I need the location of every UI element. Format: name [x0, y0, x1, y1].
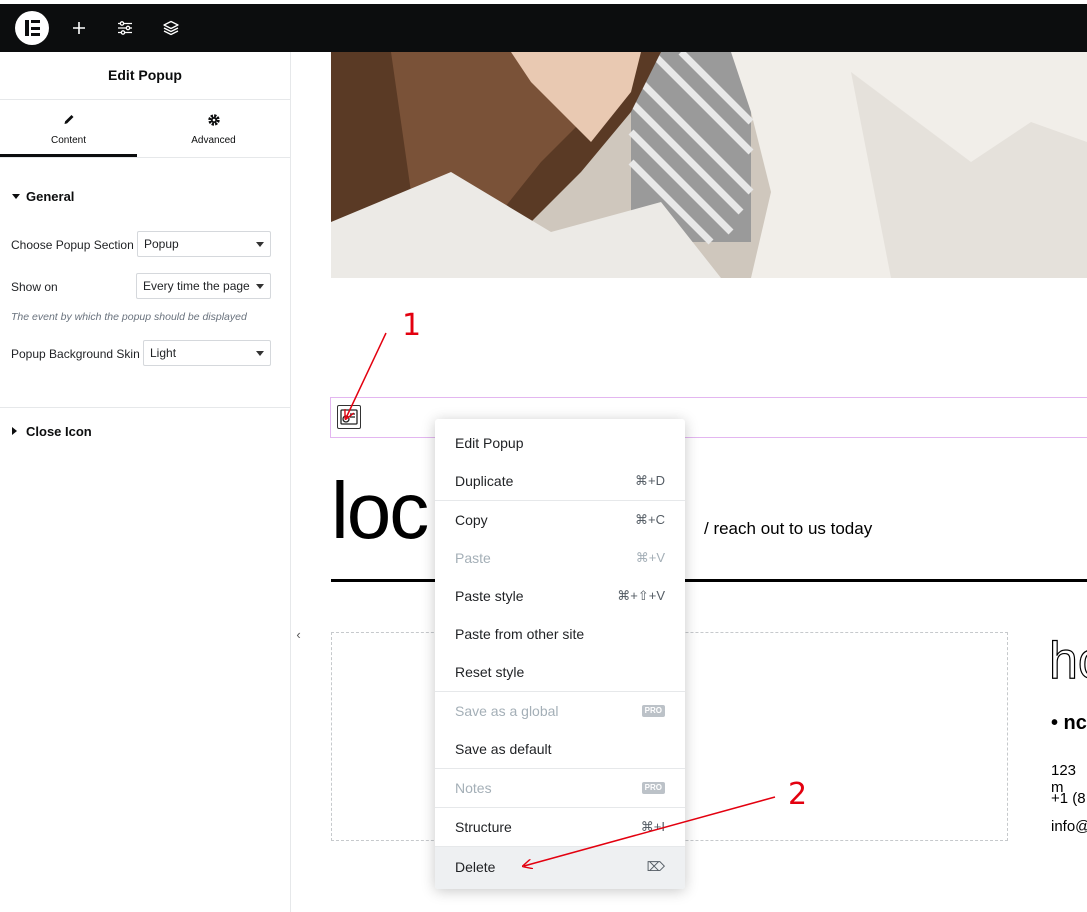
annotation-number-2: 2 [788, 777, 808, 812]
section-divider [0, 407, 291, 408]
sliders-icon[interactable] [113, 16, 137, 40]
menu-item-label: Edit Popup [455, 435, 524, 451]
menu-item-shortcut: ⌘+D [635, 473, 665, 488]
menu-item-shortcut: ⌘+V [635, 550, 665, 565]
delete-key-icon: ⌦ [646, 859, 665, 874]
menu-item-shortcut: ⌘+C [635, 512, 665, 527]
menu-item-label: Paste style [455, 588, 524, 604]
layers-icon[interactable] [159, 16, 183, 40]
caret-right-icon [12, 427, 17, 435]
popup-background-skin-select[interactable]: Light [143, 340, 271, 366]
panel-tabs: Content Advanced [0, 100, 290, 158]
caret-down-icon [12, 194, 20, 199]
chevron-down-icon [256, 351, 264, 356]
gear-icon [207, 113, 221, 130]
popup-widget-icon[interactable] [337, 405, 361, 429]
menu-item-save-as-global: Save as a global PRO [435, 692, 685, 730]
elementor-editor: Edit Popup Content Advanced General Choo… [0, 0, 1087, 912]
tab-content-label: Content [50, 135, 87, 146]
menu-item-paste: Paste ⌘+V [435, 539, 685, 577]
choose-popup-section-label: Choose Popup Section [11, 238, 134, 252]
outline-heading-text: ho [1048, 631, 1087, 690]
context-menu: Edit Popup Duplicate ⌘+D Copy ⌘+C Paste … [435, 419, 685, 889]
menu-item-label: Paste [455, 550, 491, 566]
section-close-icon-toggle[interactable]: Close Icon [12, 424, 92, 439]
editor-panel: Edit Popup Content Advanced General Choo… [0, 52, 291, 912]
menu-item-duplicate[interactable]: Duplicate ⌘+D [435, 462, 685, 500]
chevron-down-icon [256, 242, 264, 247]
menu-item-delete[interactable]: Delete ⌦ [435, 847, 685, 889]
choose-popup-section-select[interactable]: Popup [137, 231, 271, 257]
section-general-title: General [26, 189, 75, 204]
top-toolbar [0, 0, 1087, 52]
bullet-heading-text: • nc [1051, 712, 1087, 734]
plus-icon[interactable] [67, 16, 91, 40]
pro-badge: PRO [641, 705, 665, 717]
pro-badge: PRO [641, 782, 665, 794]
menu-item-label: Notes [455, 780, 492, 796]
section-general-toggle[interactable]: General [12, 189, 74, 204]
menu-item-shortcut: ⌘+I [640, 819, 665, 834]
hero-image [331, 52, 1087, 278]
menu-item-notes: Notes PRO [435, 769, 685, 807]
pencil-icon [62, 113, 75, 129]
elementor-logo-icon[interactable] [15, 11, 49, 45]
email-text: info@ [1051, 818, 1087, 835]
subheading-text: / reach out to us today [704, 519, 873, 538]
menu-item-label: Duplicate [455, 473, 514, 489]
menu-item-label: Paste from other site [455, 626, 585, 642]
annotation-number-1: 1 [402, 308, 422, 343]
menu-item-label: Structure [455, 819, 512, 835]
menu-item-structure[interactable]: Structure ⌘+I [435, 808, 685, 846]
choose-popup-section-value: Popup [144, 237, 179, 251]
menu-item-shortcut: ⌘+⇧+V [617, 588, 665, 603]
chevron-down-icon [256, 284, 264, 289]
popup-background-skin-label: Popup Background Skin [11, 347, 140, 361]
menu-item-label: Reset style [455, 664, 525, 680]
show-on-description: The event by which the popup should be d… [11, 311, 247, 323]
menu-item-label: Copy [455, 512, 488, 528]
menu-item-save-as-default[interactable]: Save as default [435, 730, 685, 768]
heading-text: loc [331, 466, 429, 555]
panel-collapse-button[interactable]: ‹ [291, 610, 306, 660]
show-on-label: Show on [11, 280, 58, 294]
tab-advanced-label: Advanced [191, 135, 236, 146]
panel-title: Edit Popup [0, 52, 290, 100]
tab-advanced[interactable]: Advanced [145, 100, 282, 157]
menu-item-copy[interactable]: Copy ⌘+C [435, 501, 685, 539]
show-on-select[interactable]: Every time the page [136, 273, 271, 299]
section-close-icon-title: Close Icon [26, 424, 92, 439]
menu-item-label: Delete [455, 859, 496, 875]
menu-item-edit-popup[interactable]: Edit Popup [435, 424, 685, 462]
menu-item-label: Save as a global [455, 703, 559, 719]
menu-item-reset-style[interactable]: Reset style [435, 653, 685, 691]
phone-text: +1 (8 [1051, 790, 1086, 807]
menu-item-paste-from-other-site[interactable]: Paste from other site [435, 615, 685, 653]
menu-item-paste-style[interactable]: Paste style ⌘+⇧+V [435, 577, 685, 615]
tab-content[interactable]: Content [0, 100, 137, 157]
popup-background-skin-value: Light [150, 346, 177, 360]
menu-item-label: Save as default [455, 741, 552, 757]
show-on-value: Every time the page [143, 279, 250, 293]
